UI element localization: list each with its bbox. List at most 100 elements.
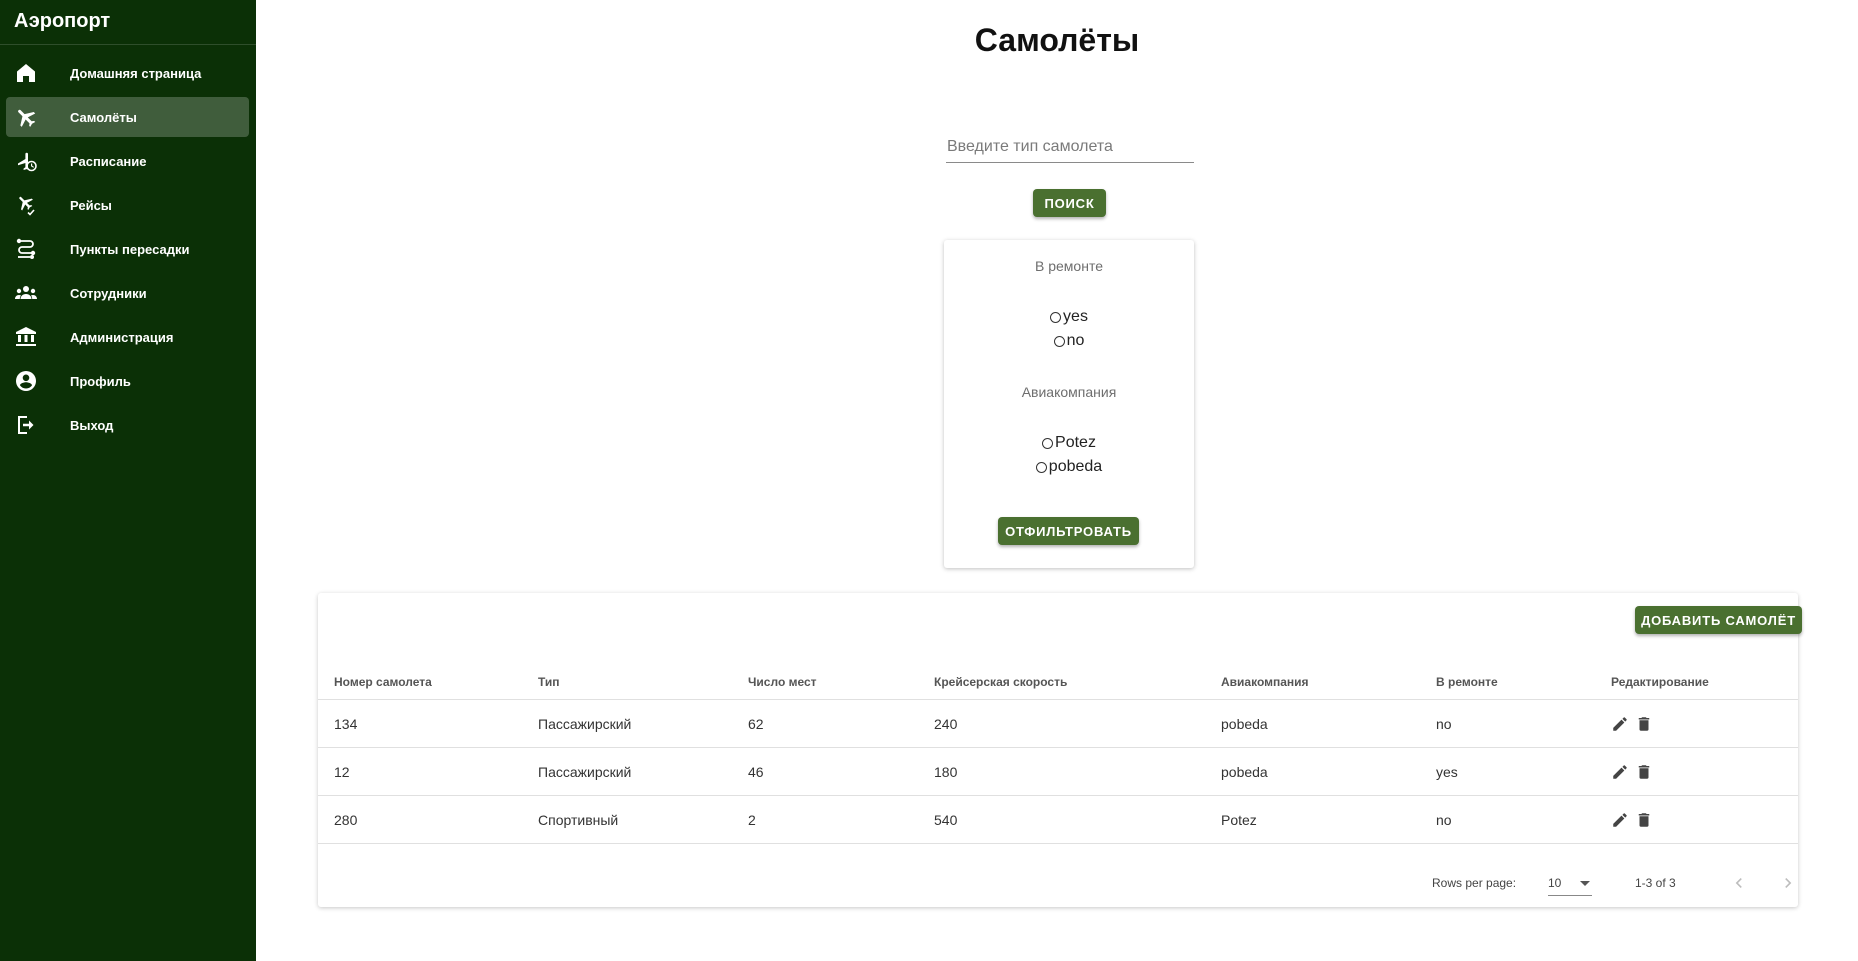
building-icon: [14, 325, 38, 349]
rows-per-page-label: Rows per page:: [1432, 876, 1517, 890]
route-icon: [14, 237, 38, 261]
sidebar-item-label: Пункты пересадки: [70, 241, 190, 257]
cell-speed: 240: [918, 699, 1205, 748]
main-content: Самолёты Поиск В ремонте yes no Авиакомп…: [256, 0, 1858, 961]
cell-in-repair: no: [1420, 795, 1595, 844]
column-header: Номер самолета: [318, 665, 522, 700]
previous-page-button[interactable]: [1729, 873, 1749, 893]
radio-repair-yes[interactable]: yes: [944, 308, 1194, 326]
home-icon: [14, 61, 38, 85]
radio-label: no: [1066, 332, 1085, 349]
radio-button[interactable]: [1053, 335, 1065, 347]
rows-per-page-value: 10: [1548, 876, 1562, 890]
cell-actions: [1595, 747, 1798, 796]
add-airplane-button[interactable]: Добавить самолёт: [1635, 606, 1802, 634]
column-header: В ремонте: [1420, 665, 1595, 700]
column-header: Тип: [522, 665, 732, 700]
cell-number: 134: [318, 699, 522, 748]
airplanes-table: Номер самолета Тип Число мест Крейсерска…: [318, 665, 1798, 844]
page-title: Самолёты: [974, 22, 1140, 58]
radio-airline-pobeda[interactable]: pobeda: [944, 458, 1194, 476]
filter-panel: В ремонте yes no Авиакомпания Potez pobe…: [944, 240, 1194, 568]
chevron-left-icon: [1735, 878, 1742, 888]
edit-icon[interactable]: [1611, 715, 1629, 733]
sidebar-item-label: Расписание: [70, 153, 147, 169]
filter-heading-airline: Авиакомпания: [1021, 384, 1117, 400]
next-page-button[interactable]: [1778, 873, 1798, 893]
cell-seats: 62: [732, 699, 918, 748]
sidebar-item-home[interactable]: Домашняя страница: [6, 53, 249, 93]
radio-button[interactable]: [1050, 311, 1062, 323]
cell-number: 280: [318, 795, 522, 844]
cell-speed: 180: [918, 747, 1205, 796]
cell-actions: [1595, 699, 1798, 748]
radio-button[interactable]: [1035, 461, 1047, 473]
cell-speed: 540: [918, 795, 1205, 844]
rows-per-page-select[interactable]: 10: [1548, 873, 1592, 896]
table-row: 280 Спортивный 2 540 Potez no: [318, 795, 1798, 844]
filter-heading-repair: В ремонте: [1035, 258, 1103, 274]
radio-repair-no[interactable]: no: [944, 332, 1194, 350]
cell-airline: pobeda: [1205, 699, 1420, 748]
edit-icon[interactable]: [1611, 811, 1629, 829]
app-title: Аэропорт: [0, 0, 256, 45]
cell-number: 12: [318, 747, 522, 796]
edit-icon[interactable]: [1611, 763, 1629, 781]
table-row: 12 Пассажирский 46 180 pobeda yes: [318, 747, 1798, 796]
column-header: Крейсерская скорость: [918, 665, 1205, 700]
filter-button[interactable]: Отфильтровать: [998, 517, 1139, 545]
radio-label: pobeda: [1048, 458, 1103, 475]
cell-airline: pobeda: [1205, 747, 1420, 796]
search-button[interactable]: Поиск: [1033, 189, 1106, 217]
sidebar-item-flights[interactable]: Рейсы: [6, 185, 249, 225]
sidebar-item-administration[interactable]: Администрация: [6, 317, 249, 357]
sidebar-item-transfer-points[interactable]: Пункты пересадки: [6, 229, 249, 269]
people-icon: [14, 281, 38, 305]
pagination-range: 1-3 of 3: [1635, 876, 1676, 890]
cell-type: Пассажирский: [522, 699, 732, 748]
column-header: Авиакомпания: [1205, 665, 1420, 700]
radio-button[interactable]: [1042, 437, 1054, 449]
sidebar-item-label: Профиль: [70, 373, 131, 389]
radio-label: yes: [1063, 308, 1088, 325]
cell-in-repair: no: [1420, 699, 1595, 748]
cell-type: Спортивный: [522, 795, 732, 844]
logout-icon: [14, 413, 38, 437]
cell-actions: [1595, 795, 1798, 844]
cell-seats: 46: [732, 747, 918, 796]
radio-airline-potez[interactable]: Potez: [944, 434, 1194, 452]
account-icon: [14, 369, 38, 393]
cell-airline: Potez: [1205, 795, 1420, 844]
cell-seats: 2: [732, 795, 918, 844]
chevron-right-icon: [1785, 878, 1792, 888]
column-header: Редактирование: [1595, 665, 1798, 700]
table-header-row: Номер самолета Тип Число мест Крейсерска…: [318, 665, 1798, 700]
search-input[interactable]: [946, 132, 1194, 163]
radio-label: Potez: [1055, 434, 1096, 451]
sidebar-item-label: Самолёты: [70, 109, 137, 125]
sidebar-item-employees[interactable]: Сотрудники: [6, 273, 249, 313]
sidebar-item-logout[interactable]: Выход: [6, 405, 249, 445]
sidebar-nav: Домашняя страница Самолёты Расписание Ре…: [0, 53, 256, 445]
delete-icon[interactable]: [1635, 811, 1653, 829]
airplanes-table-card: Добавить самолёт Номер самолета Тип Числ…: [318, 593, 1802, 907]
sidebar-item-label: Сотрудники: [70, 285, 147, 301]
column-header: Число мест: [732, 665, 918, 700]
sidebar-item-label: Рейсы: [70, 197, 112, 213]
airplane-icon: [14, 105, 38, 129]
sidebar-item-label: Выход: [70, 417, 114, 433]
sidebar-item-airplanes[interactable]: Самолёты: [6, 97, 249, 137]
cell-in-repair: yes: [1420, 747, 1595, 796]
sidebar: Аэропорт Домашняя страница Самолёты Расп…: [0, 0, 256, 961]
pagination: Rows per page: 10 1-3 of 3: [318, 873, 1798, 897]
cell-type: Пассажирский: [522, 747, 732, 796]
delete-icon[interactable]: [1635, 763, 1653, 781]
caret-down-icon: [1580, 881, 1590, 886]
sidebar-item-profile[interactable]: Профиль: [6, 361, 249, 401]
sidebar-item-schedule[interactable]: Расписание: [6, 141, 249, 181]
schedule-plane-icon: [14, 149, 38, 173]
delete-icon[interactable]: [1635, 715, 1653, 733]
sidebar-item-label: Домашняя страница: [70, 65, 202, 81]
sidebar-item-label: Администрация: [70, 329, 174, 345]
table-row: 134 Пассажирский 62 240 pobeda no: [318, 699, 1798, 748]
